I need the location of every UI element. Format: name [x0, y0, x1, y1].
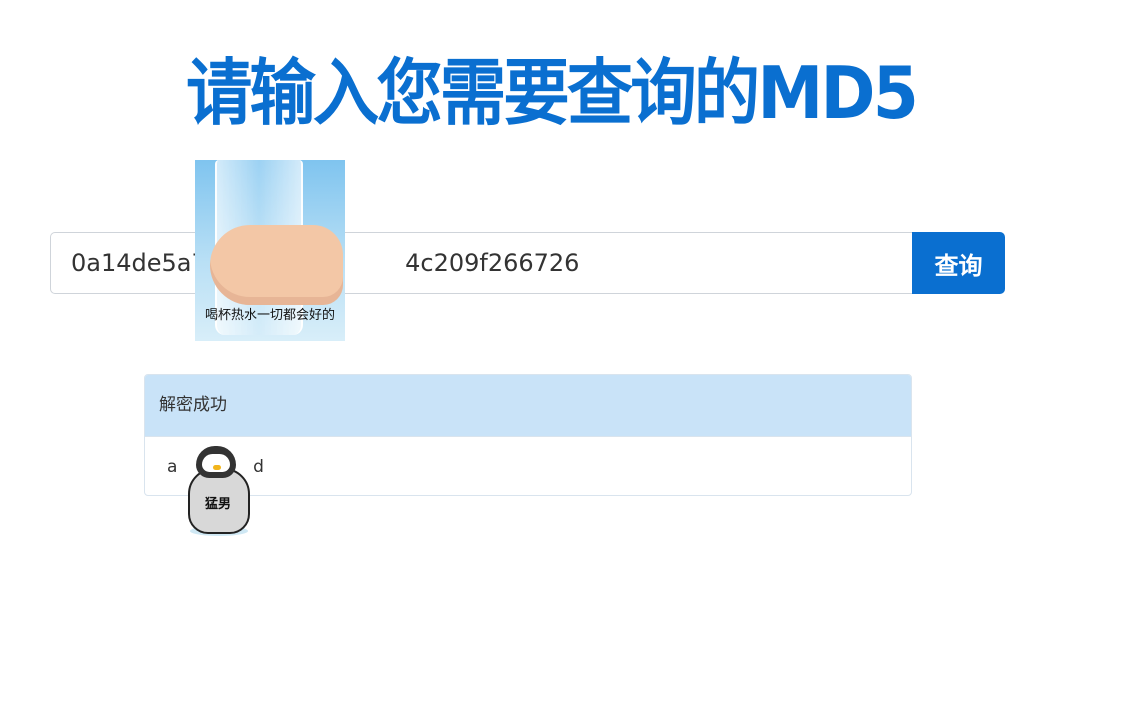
penguin-beak: [213, 465, 221, 470]
penguin-label: 猛男: [204, 497, 231, 512]
md5-search-form: 查询: [50, 232, 1005, 294]
page-title: 请输入您需要查询的MD5: [186, 51, 919, 135]
result-body: a d: [145, 436, 911, 495]
result-panel: 解密成功 a d: [144, 374, 912, 496]
result-heading: 解密成功: [145, 375, 911, 436]
penguin-sticker: 猛男: [180, 438, 252, 538]
md5-query-page: 请输入您需要查询的MD5 查询 喝杯热水一切都会好的 解密成功 a d 猛男: [0, 0, 1146, 717]
query-button[interactable]: 查询: [912, 232, 1005, 294]
hand-image: [210, 225, 343, 305]
md5-search-input[interactable]: [50, 232, 912, 294]
sticker-caption: 喝杯热水一切都会好的: [204, 308, 335, 323]
hot-water-sticker: 喝杯热水一切都会好的: [195, 160, 345, 341]
